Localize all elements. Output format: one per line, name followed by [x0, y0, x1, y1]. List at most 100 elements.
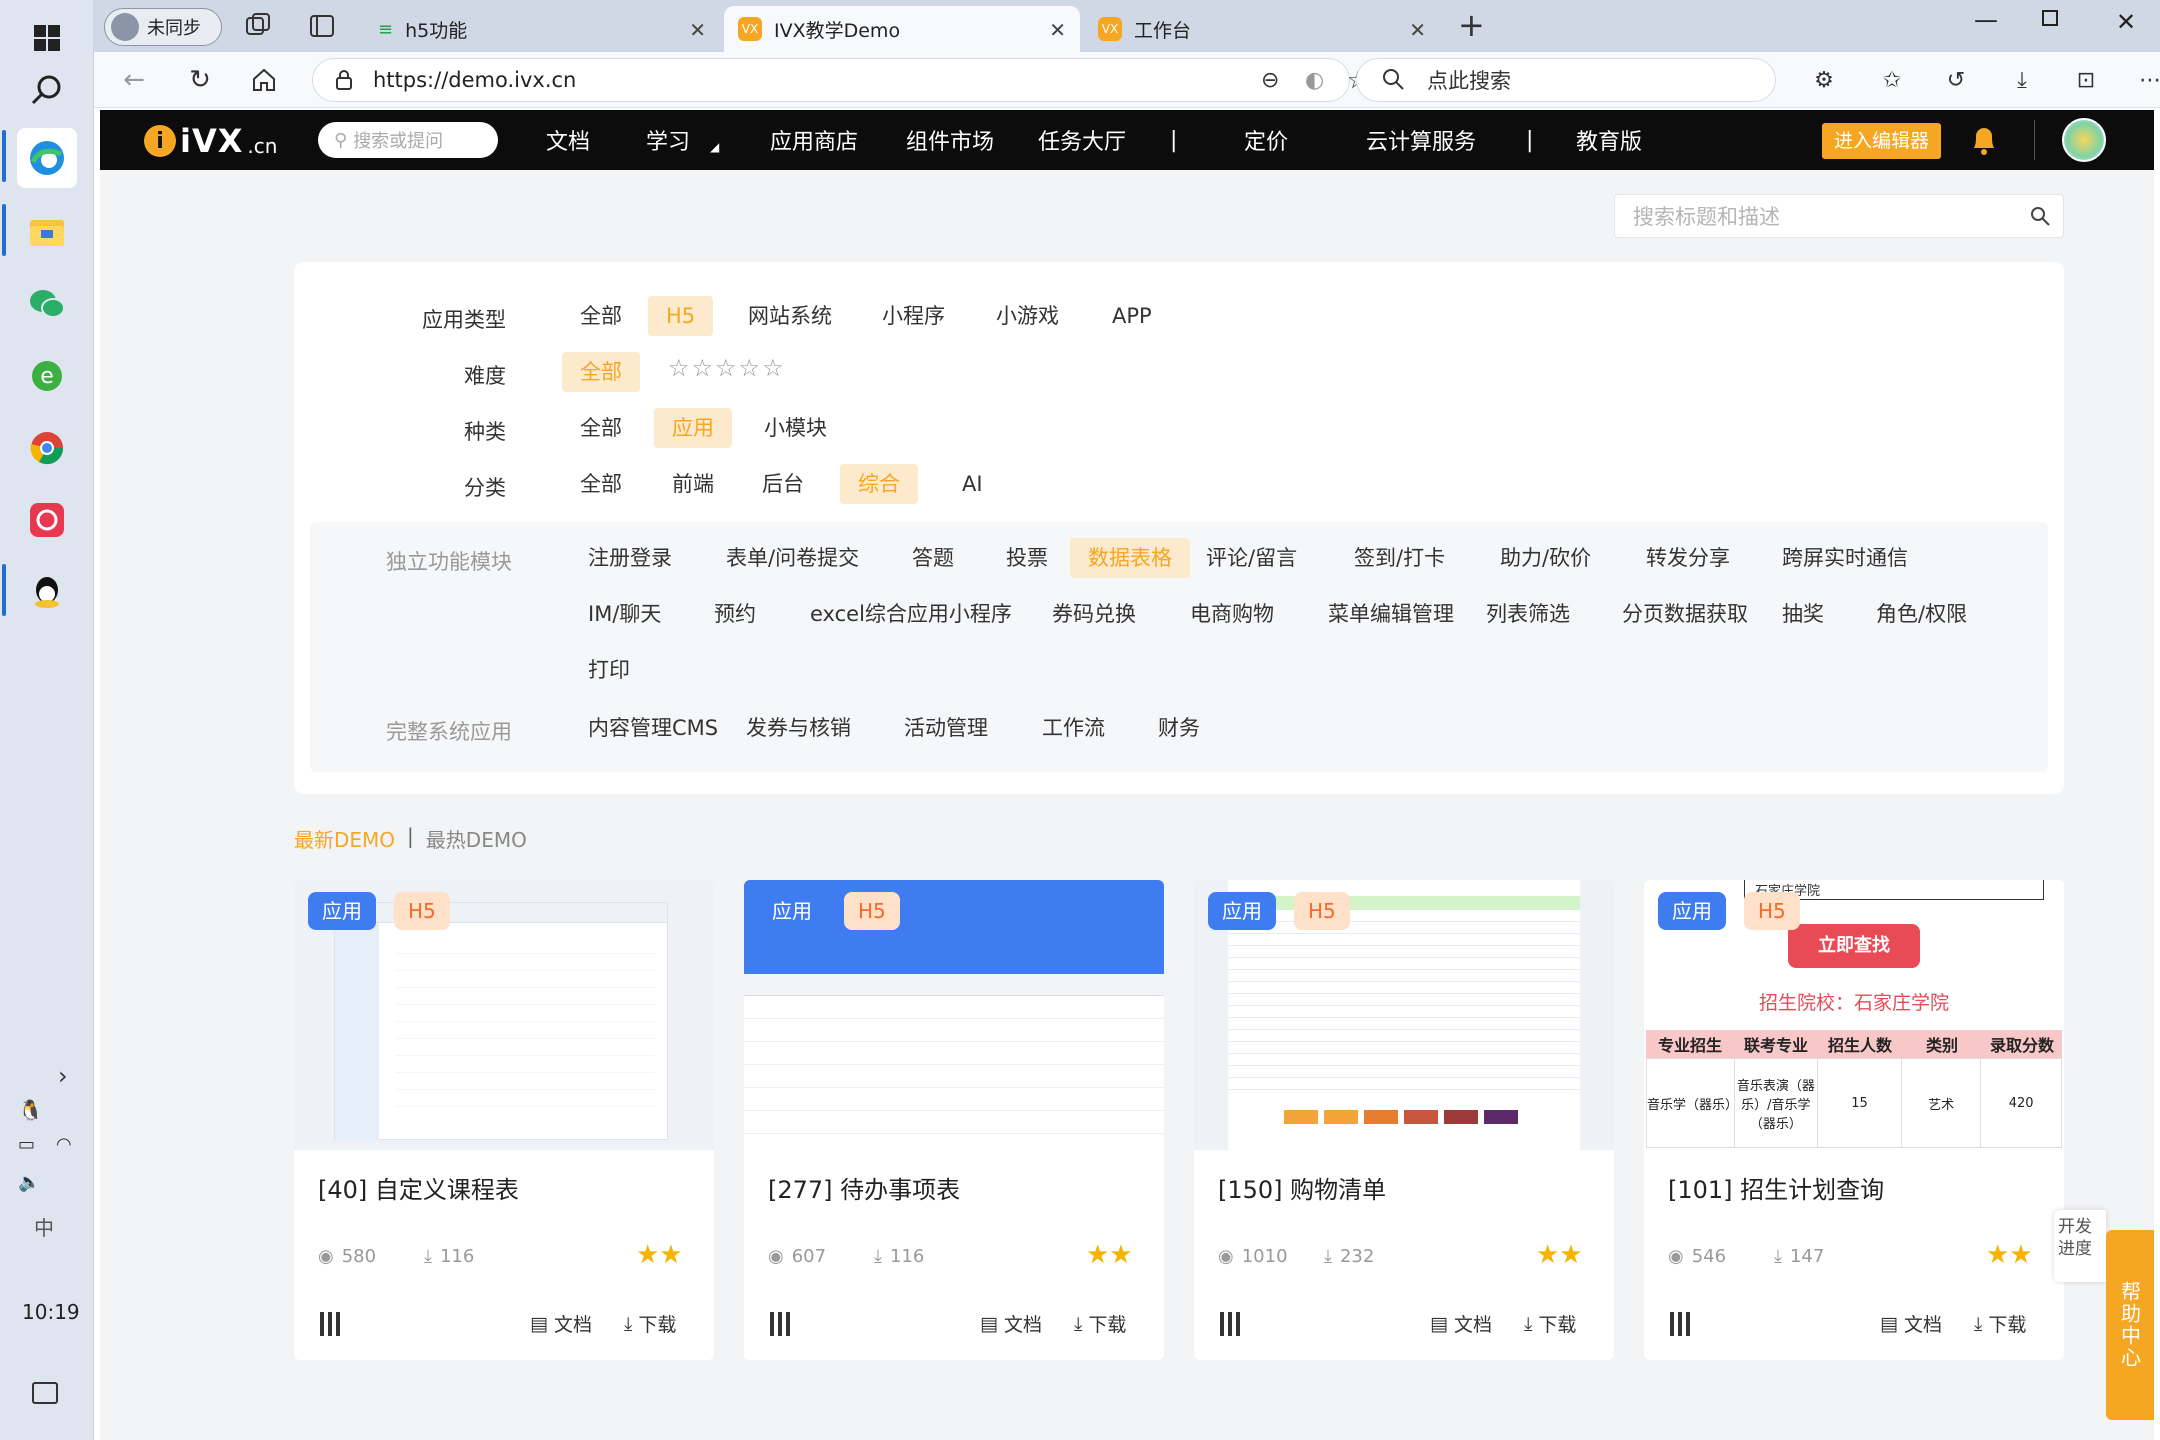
module-comment[interactable]: 评论/留言 — [1188, 538, 1315, 578]
card-doc-link[interactable]: ▤ 文档 — [530, 1310, 592, 1337]
close-tab-icon[interactable]: ✕ — [689, 18, 706, 42]
filter-kind-app[interactable]: 应用 — [654, 408, 732, 448]
nav-docs[interactable]: 文档 — [546, 110, 590, 170]
url-input[interactable]: https://demo.ivx.cn ⊖ ◐ ☆ — [312, 58, 1369, 102]
card-doc-link[interactable]: ▤ 文档 — [1430, 1310, 1492, 1337]
difficulty-star-icons[interactable]: ☆☆☆☆☆ — [668, 354, 786, 382]
ie-browser-icon[interactable]: e — [17, 346, 77, 406]
tab-workbench[interactable]: VX 工作台 ✕ — [1084, 6, 1440, 52]
module-role-permission[interactable]: 角色/权限 — [1858, 594, 1985, 634]
module-register-login[interactable]: 注册登录 — [570, 538, 690, 578]
card-download-link[interactable]: ⤓ 下载 — [624, 1310, 676, 1337]
sort-latest[interactable]: 最新DEMO — [294, 824, 395, 853]
site-search-input[interactable]: ⚲ 搜索或提问 — [318, 122, 498, 158]
user-avatar[interactable] — [2062, 118, 2106, 162]
search-icon[interactable] — [17, 60, 77, 120]
chrome-icon[interactable] — [17, 418, 77, 478]
card-title[interactable]: [277] 待办事项表 — [768, 1170, 960, 1205]
zoom-icon[interactable]: ⊖ — [1261, 68, 1279, 93]
card-title[interactable]: [101] 招生计划查询 — [1668, 1170, 1884, 1205]
qq-icon[interactable] — [17, 562, 77, 622]
close-window-icon[interactable]: ✕ — [2116, 8, 2136, 36]
tab-h5[interactable]: ≡ h5功能 ✕ — [364, 6, 720, 52]
module-quiz[interactable]: 答题 — [894, 538, 972, 578]
more-menu-icon[interactable]: ⋯ — [2136, 66, 2160, 94]
qrcode-icon[interactable] — [320, 1312, 344, 1336]
demo-card[interactable]: 石家庄学院 立即查找 招生院校：石家庄学院 专业招生 联考专业 招生人数 类别 … — [1644, 880, 2064, 1360]
filter-app-type-minigame[interactable]: 小游戏 — [978, 296, 1077, 336]
card-doc-link[interactable]: ▤ 文档 — [1880, 1310, 1942, 1337]
filter-kind-module[interactable]: 小模块 — [746, 408, 845, 448]
wifi-icon[interactable]: ◠ — [56, 1134, 72, 1155]
bell-icon[interactable] — [1970, 124, 1998, 160]
qrcode-icon[interactable] — [1670, 1312, 1694, 1336]
edge-browser-icon[interactable] — [17, 128, 77, 188]
workspaces-icon[interactable] — [244, 12, 272, 40]
close-tab-icon[interactable]: ✕ — [1049, 18, 1066, 42]
module-menu-edit[interactable]: 菜单编辑管理 — [1310, 594, 1472, 634]
notification-icon[interactable] — [32, 1382, 58, 1404]
tab-actions-icon[interactable] — [308, 12, 336, 40]
nav-education[interactable]: 教育版 — [1576, 110, 1642, 170]
module-reservation[interactable]: 预约 — [696, 594, 774, 634]
qq-tray-icon[interactable]: 🐧 — [18, 1098, 43, 1122]
card-title[interactable]: [40] 自定义课程表 — [318, 1170, 519, 1205]
filter-app-type-h5[interactable]: H5 — [648, 296, 714, 336]
card-download-link[interactable]: ⤓ 下载 — [1074, 1310, 1126, 1337]
wechat-icon[interactable] — [17, 274, 77, 334]
windows-start-icon[interactable] — [17, 8, 77, 68]
nav-task-hall[interactable]: 任务大厅 — [1038, 110, 1126, 170]
nav-app-store[interactable]: 应用商店 — [770, 110, 858, 170]
nav-component-market[interactable]: 组件市场 — [906, 110, 994, 170]
ime-indicator[interactable]: 中 — [34, 1212, 54, 1241]
module-excel[interactable]: excel综合应用小程序 — [792, 594, 1030, 634]
app-red-icon[interactable] — [17, 490, 77, 550]
filter-app-type-miniprogram[interactable]: 小程序 — [864, 296, 963, 336]
filter-app-type-website[interactable]: 网站系统 — [730, 296, 850, 336]
module-print[interactable]: 打印 — [570, 650, 648, 690]
card-doc-link[interactable]: ▤ 文档 — [980, 1310, 1042, 1337]
filter-app-type-all[interactable]: 全部 — [562, 296, 640, 336]
dev-progress-button[interactable]: 开发进度 — [2054, 1210, 2106, 1282]
module-checkin[interactable]: 签到/打卡 — [1336, 538, 1463, 578]
module-cross-screen[interactable]: 跨屏实时通信 — [1764, 538, 1926, 578]
system-cms[interactable]: 内容管理CMS — [570, 708, 736, 748]
demo-card[interactable]: 应用 H5 [150] 购物清单 ◉ 1010 ⤓ 232 ★★ ▤ 文档 ⤓ 下载 — [1194, 880, 1614, 1360]
system-event-mgmt[interactable]: 活动管理 — [886, 708, 1006, 748]
card-download-link[interactable]: ⤓ 下载 — [1974, 1310, 2026, 1337]
module-share[interactable]: 转发分享 — [1628, 538, 1748, 578]
qrcode-icon[interactable] — [770, 1312, 794, 1336]
profile-button[interactable]: 未同步 — [104, 8, 222, 46]
file-explorer-icon[interactable] — [17, 202, 77, 262]
module-lottery[interactable]: 抽奖 — [1764, 594, 1842, 634]
history-icon[interactable]: ↺ — [1942, 66, 1970, 94]
module-boost[interactable]: 助力/砍价 — [1482, 538, 1609, 578]
battery-icon[interactable]: ▭ — [18, 1134, 35, 1155]
module-coupon[interactable]: 券码兑换 — [1034, 594, 1154, 634]
card-title[interactable]: [150] 购物清单 — [1218, 1170, 1386, 1205]
minimize-icon[interactable]: — — [1974, 6, 1998, 34]
qrcode-icon[interactable] — [1220, 1312, 1244, 1336]
filter-category-ai[interactable]: AI — [944, 464, 1001, 504]
module-list-filter[interactable]: 列表筛选 — [1468, 594, 1588, 634]
filter-category-general[interactable]: 综合 — [840, 464, 918, 504]
enter-editor-button[interactable]: 进入编辑器 — [1822, 123, 1942, 159]
module-form-survey[interactable]: 表单/问卷提交 — [708, 538, 877, 578]
back-icon[interactable]: ← — [120, 65, 148, 95]
home-icon[interactable] — [250, 66, 278, 94]
screenshot-icon[interactable]: ⊡ — [2072, 66, 2100, 94]
nav-cloud[interactable]: 云计算服务 — [1366, 110, 1476, 170]
clock[interactable]: 10:19 — [22, 1300, 80, 1324]
web-search-input[interactable]: 点此搜索 — [1356, 58, 1776, 102]
module-im-chat[interactable]: IM/聊天 — [570, 594, 679, 634]
module-ecommerce[interactable]: 电商购物 — [1172, 594, 1292, 634]
volume-icon[interactable]: 🔈 — [18, 1172, 40, 1193]
ivx-logo[interactable]: i iVX .cn — [144, 122, 277, 160]
filter-category-backend[interactable]: 后台 — [744, 464, 822, 504]
module-vote[interactable]: 投票 — [988, 538, 1066, 578]
sort-hottest[interactable]: 最热DEMO — [426, 824, 527, 853]
filter-category-all[interactable]: 全部 — [562, 464, 640, 504]
downloads-icon[interactable]: ⤓ — [2008, 66, 2036, 94]
extensions-icon[interactable]: ⚙ — [1810, 66, 1838, 94]
card-download-link[interactable]: ⤓ 下载 — [1524, 1310, 1576, 1337]
